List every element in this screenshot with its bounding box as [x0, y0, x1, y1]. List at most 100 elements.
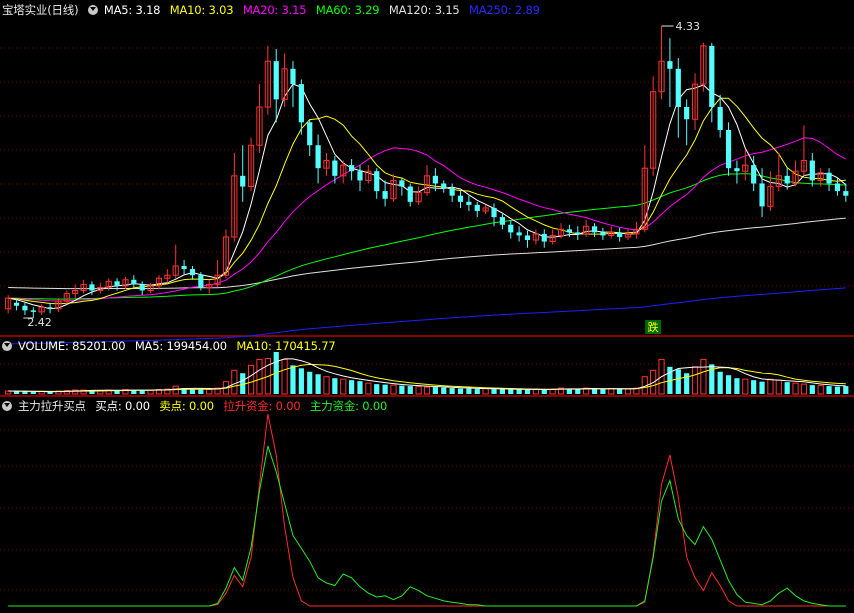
volume-bar: [206, 389, 213, 395]
volume-bar: [441, 387, 447, 394]
indicator-panel-header: 主力拉升买点 买点: 0.00 卖点: 0.00 拉升资金: 0.00 主力资金…: [2, 398, 393, 414]
candle-body: [684, 107, 690, 120]
candle-body: [600, 232, 606, 236]
volume-value: VOLUME: 85201.00: [18, 339, 126, 353]
volume-bar: [541, 389, 547, 394]
volume-bar: [675, 369, 681, 394]
candle-body: [843, 191, 849, 196]
volume-bar: [717, 371, 723, 394]
candle-body: [541, 233, 547, 242]
candle-body: [566, 229, 572, 233]
candle-body: [457, 195, 464, 202]
candle-body: [499, 217, 505, 225]
signal-text: 跌: [648, 320, 659, 334]
indicator-lines: [8, 413, 846, 607]
volume-bar: [407, 386, 413, 394]
volume-bar: [767, 378, 774, 395]
volume-bar: [491, 389, 497, 394]
candle-body: [784, 175, 790, 184]
volume-bar: [508, 389, 514, 394]
volume-bar: [751, 380, 757, 394]
main-fund-value: 主力资金: 0.00: [309, 399, 388, 413]
period-label: (日线): [47, 3, 79, 17]
volume-bar: [817, 385, 824, 395]
volume-bar: [30, 392, 36, 394]
volume-bars: [5, 352, 849, 395]
candle-body: [189, 269, 196, 276]
volume-bar: [340, 378, 347, 395]
indicator-series-line: [8, 445, 846, 607]
volume-bar: [415, 386, 422, 395]
volume-bar: [357, 381, 363, 394]
candle-body: [474, 204, 480, 211]
ma60-value: MA60: 3.29: [315, 3, 380, 17]
candle-body: [717, 107, 723, 130]
candle-body: [273, 61, 279, 100]
candle-body: [114, 281, 120, 286]
volume-ma10-value: MA10: 170415.77: [236, 339, 336, 353]
candle-body: [759, 183, 765, 207]
candle-body: [131, 279, 137, 285]
volume-bar: [457, 388, 464, 394]
volume-bar: [323, 376, 330, 395]
volume-bar: [725, 375, 732, 394]
chevron-down-icon[interactable]: [87, 5, 98, 15]
candle-body: [441, 183, 447, 189]
volume-bar: [298, 368, 304, 394]
volume-bar: [382, 384, 388, 394]
candle-body: [725, 129, 732, 169]
volume-bar: [800, 383, 808, 395]
ma5-value: MA5: 3.18: [103, 3, 161, 17]
candle-body: [382, 191, 388, 199]
grid-lines: [0, 47, 854, 591]
volume-bar: [742, 378, 749, 395]
candle-body: [374, 171, 380, 192]
volume-bar: [691, 366, 699, 395]
candle-body: [449, 188, 455, 196]
candle-body: [407, 186, 413, 202]
volume-bar: [600, 389, 606, 394]
ma10-value: MA10: 3.03: [169, 3, 234, 17]
volume-bar: [256, 358, 263, 395]
candle-body: [13, 302, 20, 306]
volume-bar: [734, 378, 740, 394]
candle-body: [675, 68, 681, 108]
candle-body: [198, 275, 204, 288]
sell-value: 卖点: 0.00: [159, 399, 214, 413]
volume-bar: [423, 386, 431, 395]
volume-panel-header: VOLUME: 85201.00 MA5: 199454.00 MA10: 17…: [2, 338, 341, 354]
volume-bar: [231, 369, 238, 395]
candle-body: [508, 224, 514, 233]
volume-bar: [374, 384, 380, 394]
candle-body: [22, 305, 28, 311]
candle-body: [298, 84, 304, 123]
volume-bar: [775, 379, 782, 395]
volume-bar: [22, 391, 28, 394]
candle-body: [47, 307, 53, 309]
stock-name: 宝塔实业: [2, 3, 48, 17]
candle-body: [466, 201, 472, 205]
volume-bar: [332, 378, 338, 394]
volume-bar: [474, 389, 480, 394]
chevron-down-icon[interactable]: [2, 341, 12, 351]
candle-body: [617, 232, 623, 237]
stock-chart[interactable]: 4.33 2.42 跌: [0, 0, 854, 613]
candle-body: [667, 61, 673, 69]
volume-bar: [524, 389, 531, 394]
candle-body: [516, 232, 522, 236]
volume-bar: [449, 388, 455, 394]
volume-ma5-value: MA5: 199454.00: [134, 339, 227, 353]
volume-bar: [315, 374, 321, 394]
ma120-value: MA120: 3.15: [388, 3, 460, 17]
indicator-title: 主力拉升买点: [18, 399, 86, 413]
candle-body: [491, 207, 497, 218]
volume-bar: [700, 358, 707, 395]
ma20-value: MA20: 3.15: [242, 3, 307, 17]
high-price-label: 4.33: [676, 20, 701, 33]
candle-body: [826, 172, 832, 184]
price-panel-header: 宝塔实业(日线) MA5: 3.18 MA10: 3.03 MA20: 3.15…: [2, 2, 546, 18]
volume-bar: [139, 390, 145, 394]
volume-bar: [624, 388, 632, 395]
volume-bar: [834, 386, 841, 394]
chevron-down-icon[interactable]: [2, 401, 12, 411]
